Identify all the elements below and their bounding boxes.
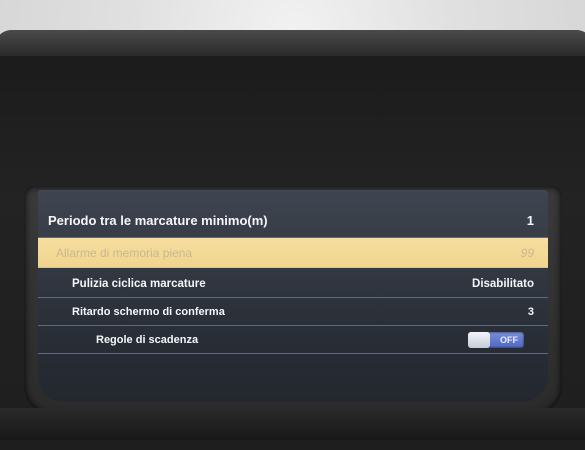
- settings-screen: Periodo tra le marcature minimo(m) 1 All…: [38, 190, 548, 402]
- setting-label: Ritardo schermo di conferma: [72, 305, 225, 318]
- setting-label: Allarme di memoria piena: [56, 245, 193, 260]
- setting-value: 99: [520, 245, 534, 260]
- setting-label: Pulizia ciclica marcature: [72, 277, 206, 290]
- toggle-state-label: OFF: [500, 334, 518, 345]
- setting-label: Regole di scadenza: [96, 333, 199, 346]
- setting-row-confirm-screen-delay[interactable]: Ritardo schermo di conferma 3: [38, 298, 548, 326]
- setting-value: Disabilitato: [472, 277, 534, 290]
- setting-row-memory-full-alarm[interactable]: Allarme di memoria piena 99: [38, 238, 548, 268]
- setting-value: 3: [527, 305, 534, 318]
- setting-label: Periodo tra le marcature minimo(m): [48, 213, 268, 228]
- setting-row-expiry-rules[interactable]: Regole di scadenza OFF: [38, 326, 548, 354]
- setting-value: 1: [526, 213, 534, 228]
- device-base: [0, 408, 585, 440]
- toggle-switch-icon: [468, 331, 490, 348]
- setting-row-cyclic-cleanup[interactable]: Pulizia ciclica marcature Disabilitato: [38, 270, 548, 298]
- expiry-rules-toggle[interactable]: OFF: [468, 331, 524, 348]
- setting-row-min-marking-period[interactable]: Periodo tra le marcature minimo(m) 1: [38, 204, 548, 238]
- device-top-band: [0, 30, 585, 56]
